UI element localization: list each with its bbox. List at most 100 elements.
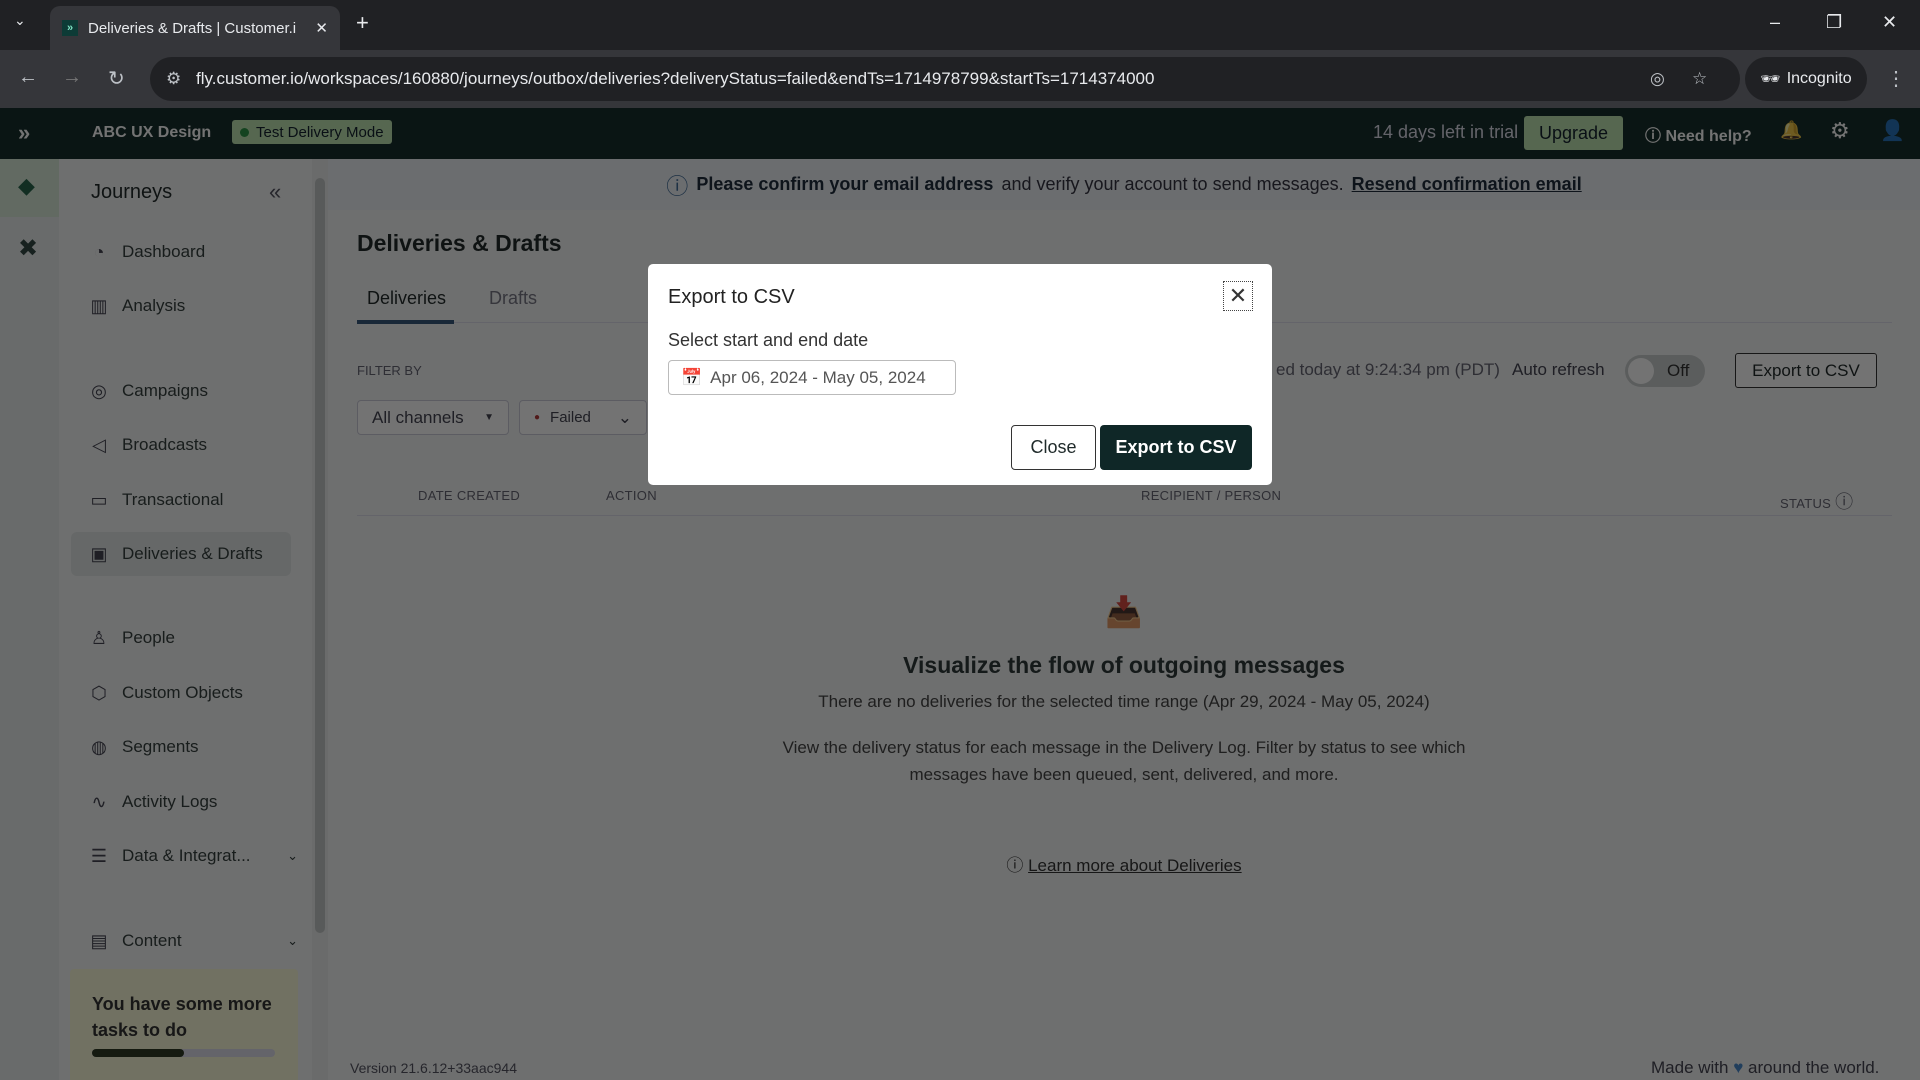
- eye-off-icon[interactable]: ◎: [1650, 69, 1665, 89]
- channel-filter-dropdown[interactable]: All channels ▼: [357, 400, 509, 435]
- test-mode-badge[interactable]: Test Delivery Mode: [232, 120, 392, 144]
- incognito-badge[interactable]: 🕶 Incognito: [1745, 57, 1867, 101]
- export-to-csv-button[interactable]: Export to CSV: [1100, 425, 1252, 470]
- sidebar-item-segments[interactable]: ◍ Segments: [88, 725, 308, 769]
- back-icon[interactable]: ←: [18, 66, 38, 89]
- profile-icon[interactable]: 👤: [1880, 118, 1905, 143]
- resend-confirmation-link[interactable]: Resend confirmation email: [1352, 174, 1582, 195]
- modal-backdrop[interactable]: » ABC UX Design Test Delivery Mode 14 da…: [0, 108, 1920, 1080]
- sidebar-item-dashboard[interactable]: ◔ Dashboard: [88, 230, 308, 274]
- chart-icon: ▥: [90, 295, 108, 316]
- modal-title: Export to CSV: [668, 286, 795, 308]
- date-range-label: Select start and end date: [668, 330, 869, 350]
- cube-icon: ⬡: [91, 682, 107, 703]
- logo-icon[interactable]: »: [18, 120, 30, 146]
- sidebar-item-people[interactable]: ♙ People: [88, 616, 308, 660]
- address-bar-row: ← → ↻ fly.customer.io/workspaces/160880/…: [0, 50, 1920, 108]
- inbox-icon: ▣: [90, 543, 108, 564]
- site-info-icon[interactable]: ⚙: [166, 69, 181, 89]
- sidebar-item-custom-objects[interactable]: ⬡ Custom Objects: [88, 671, 308, 715]
- help-icon: ⓘ: [1645, 128, 1666, 145]
- sidebar-item-deliveries[interactable]: ▣ Deliveries & Drafts: [71, 532, 291, 576]
- column-action: ACTION: [606, 488, 657, 503]
- incognito-icon: 🕶: [1760, 71, 1781, 88]
- status-dot-icon: [240, 128, 249, 137]
- forward-icon[interactable]: →: [62, 66, 82, 89]
- menu-icon[interactable]: ⋮: [1886, 66, 1906, 91]
- date-range-input[interactable]: 📅 Apr 06, 2024 - May 05, 2024: [668, 360, 956, 395]
- layout-icon: ▤: [90, 930, 108, 951]
- journeys-app-icon[interactable]: ◆: [0, 159, 59, 217]
- export-csv-button[interactable]: Export to CSV: [1735, 353, 1877, 388]
- chevron-down-icon: ⌄: [617, 407, 632, 427]
- close-button[interactable]: Close: [1011, 425, 1096, 470]
- collapse-sidebar-icon[interactable]: «: [269, 179, 281, 205]
- sidebar-item-broadcasts[interactable]: ◁ Broadcasts: [88, 423, 308, 467]
- status-filter-dropdown[interactable]: ● Failed ⌄: [519, 400, 647, 435]
- help-icon[interactable]: ⓘ: [1835, 492, 1853, 512]
- auto-refresh-toggle[interactable]: Off: [1625, 355, 1705, 387]
- sidebar: Journeys « ◔ Dashboard ▥ Analysis ◎ Campaig…: [59, 159, 312, 1080]
- upgrade-button[interactable]: Upgrade: [1524, 116, 1623, 150]
- app-rail: ◆ ✖: [0, 159, 59, 1080]
- footer-text: Made with ♥ around the world.: [1651, 1058, 1880, 1077]
- close-icon[interactable]: ✕: [1223, 281, 1253, 311]
- segments-icon: ◍: [91, 736, 107, 757]
- calendar-icon: 📅: [681, 367, 703, 387]
- sidebar-item-activity-logs[interactable]: ∿ Activity Logs: [88, 780, 308, 824]
- export-csv-modal: Export to CSV ✕ Select start and end dat…: [648, 264, 1272, 485]
- tab-deliveries[interactable]: Deliveries: [367, 288, 446, 309]
- question-icon: ⓘ: [666, 173, 689, 199]
- column-date-created: DATE CREATED: [418, 488, 521, 503]
- person-icon: ♙: [90, 627, 108, 648]
- failed-dot-icon: ●: [534, 412, 541, 423]
- dashboard-icon: ◔: [93, 241, 105, 262]
- column-status: STATUS ⓘ: [1780, 492, 1854, 512]
- campaigns-icon: ◎: [91, 380, 107, 401]
- table-header-divider: [357, 515, 1892, 516]
- caret-down-icon: ▼: [484, 412, 494, 423]
- pulse-icon: ∿: [91, 791, 107, 812]
- star-icon[interactable]: ☆: [1692, 69, 1707, 89]
- sidebar-item-campaigns[interactable]: ◎ Campaigns: [88, 369, 308, 413]
- app-header: » ABC UX Design Test Delivery Mode 14 da…: [0, 108, 1920, 159]
- column-recipient: RECIPIENT / PERSON: [1141, 488, 1282, 503]
- settings-icon[interactable]: ⚙: [1830, 118, 1850, 144]
- sidebar-item-analysis[interactable]: ▥ Analysis: [88, 284, 308, 328]
- help-icon: ⓘ: [1006, 856, 1029, 875]
- scrollbar-thumb[interactable]: [315, 178, 325, 933]
- tasks-progress-bar: [92, 1049, 275, 1057]
- url-input[interactable]: fly.customer.io/workspaces/160880/journe…: [150, 57, 1740, 101]
- active-tab-indicator: [357, 320, 454, 324]
- sidebar-title: Journeys: [91, 181, 173, 203]
- email-confirm-banner: ⓘ Please confirm your email address and ve…: [328, 159, 1920, 210]
- browser-tab[interactable]: » Deliveries & Drafts | Customer.i ✕: [50, 6, 340, 50]
- terminal-icon: ▭: [90, 489, 108, 510]
- reload-icon[interactable]: ↻: [108, 66, 125, 91]
- sidebar-item-content[interactable]: ▤ Content ⌄: [88, 919, 308, 963]
- restore-icon[interactable]: ❐: [1826, 12, 1842, 33]
- heart-icon: ♥: [1733, 1058, 1744, 1077]
- workspace-switcher[interactable]: ABC UX Design: [92, 124, 211, 142]
- minimize-icon[interactable]: –: [1770, 12, 1780, 33]
- database-icon: ☰: [90, 845, 108, 866]
- tasks-card[interactable]: You have some more tasks to do: [70, 969, 298, 1080]
- tab-drafts[interactable]: Drafts: [489, 288, 537, 309]
- help-button[interactable]: ⓘ Need help?: [1645, 122, 1752, 146]
- new-tab-icon[interactable]: +: [356, 10, 369, 36]
- sidebar-item-data-integrations[interactable]: ☰ Data & Integrat... ⌄: [88, 834, 308, 878]
- favicon-icon: »: [62, 20, 78, 36]
- data-pipelines-icon[interactable]: ✖: [18, 234, 38, 263]
- notifications-icon[interactable]: 🔔: [1780, 120, 1802, 141]
- close-tab-icon[interactable]: ✕: [315, 19, 328, 37]
- learn-more-link[interactable]: ⓘ Learn more about Deliveries: [328, 851, 1920, 876]
- inbox-icon: 📥: [1105, 596, 1143, 629]
- chevron-down-icon: ⌄: [287, 848, 298, 863]
- close-window-icon[interactable]: ✕: [1882, 12, 1897, 33]
- page-title: Deliveries & Drafts: [357, 230, 562, 256]
- megaphone-icon: ◁: [92, 434, 106, 455]
- tab-search-icon[interactable]: ⌄: [14, 12, 26, 29]
- sidebar-item-transactional[interactable]: ▭ Transactional: [88, 478, 308, 522]
- chevron-down-icon: ⌄: [287, 933, 298, 948]
- browser-tab-bar: ⌄ » Deliveries & Drafts | Customer.i ✕ + –…: [0, 0, 1920, 50]
